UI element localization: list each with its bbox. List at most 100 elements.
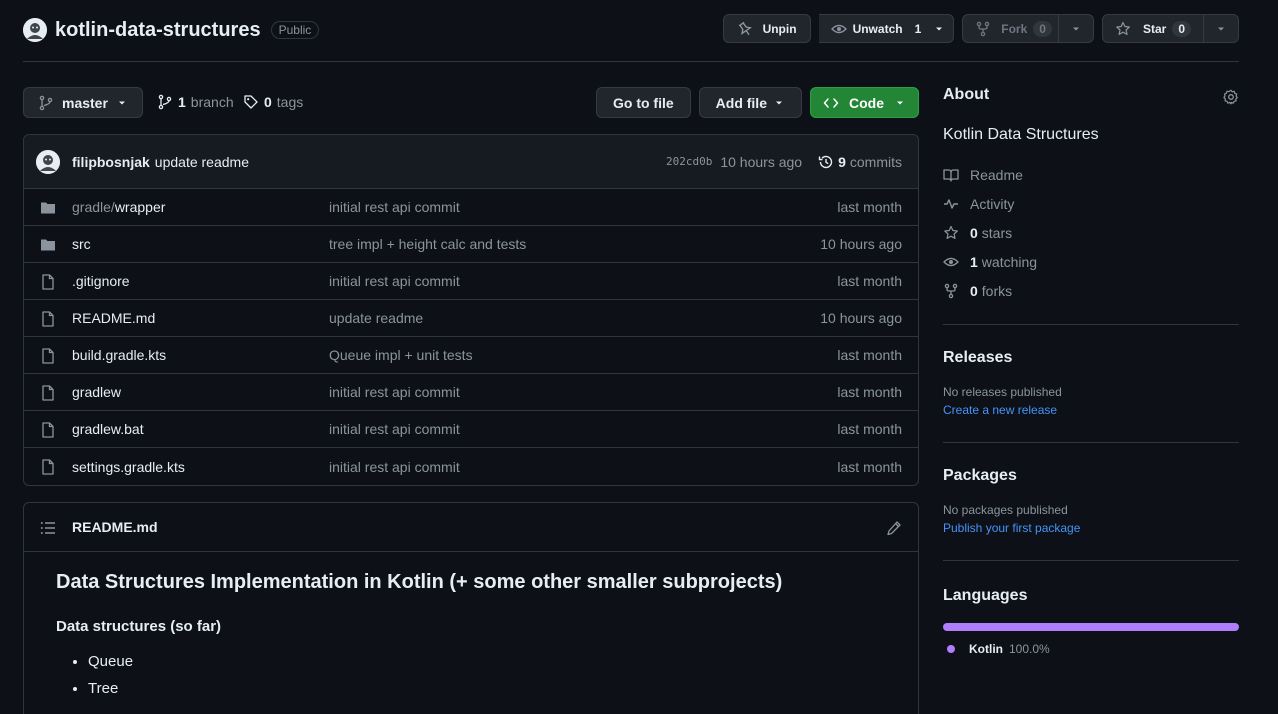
star-button[interactable]: Star 0: [1101, 14, 1204, 43]
file-row[interactable]: gradlew initial rest api commit last month: [24, 374, 918, 411]
file-row[interactable]: gradle/wrapper initial rest api commit las…: [24, 189, 918, 226]
language-kotlin[interactable]: Kotlin 100.0%: [947, 642, 1239, 656]
readme-heading: Data Structures Implementation in Kotlin…: [56, 571, 783, 593]
language-bar-track: [943, 623, 1239, 631]
activity-link[interactable]: Activity: [943, 189, 1239, 218]
about-title: About: [943, 86, 990, 103]
language-dot: [947, 645, 955, 653]
watching-label: watching: [981, 253, 1038, 270]
visibility-badge: Public: [270, 21, 320, 39]
latest-commit-row: filipbosnjak update readme 202cd0b 10 ho…: [24, 135, 918, 189]
file-name-link[interactable]: build.gradle.kts: [72, 347, 166, 363]
file-commit-message-link[interactable]: update readme: [329, 310, 423, 326]
releases-title[interactable]: Releases: [943, 349, 1239, 367]
chevron-down-icon: [116, 97, 128, 109]
file-icon: [40, 459, 56, 475]
repo-name-link[interactable]: kotlin-data-structures: [55, 19, 261, 42]
chevron-down-icon: [1070, 23, 1082, 35]
watching-count: 1: [970, 253, 978, 270]
gear-icon[interactable]: [1223, 89, 1239, 105]
stars-link[interactable]: 0 stars: [943, 218, 1239, 247]
packages-section: Packages No packages published Publish y…: [943, 443, 1239, 535]
code-label: Code: [849, 94, 884, 111]
readme-panel: README.md Data Structures Implementation…: [23, 502, 919, 714]
file-row[interactable]: build.gradle.kts Queue impl + unit tests l…: [24, 337, 918, 374]
commit-history-link[interactable]: 9 commits: [818, 154, 902, 170]
commit-author-link[interactable]: filipbosnjak: [72, 154, 150, 170]
file-row[interactable]: src tree impl + height calc and tests 10 h…: [24, 226, 918, 263]
file-table: filipbosnjak update readme 202cd0b 10 ho…: [23, 134, 919, 486]
add-file-button[interactable]: Add file: [698, 87, 802, 118]
tag-count: 0: [264, 94, 272, 110]
folder-icon: [40, 237, 56, 253]
activity-link-label: Activity: [970, 195, 1015, 212]
watch-group: Unwatch 1: [818, 14, 955, 43]
commit-author-avatar[interactable]: [36, 149, 60, 174]
file-name-link[interactable]: README.md: [72, 310, 155, 326]
file-commit-message-link[interactable]: initial rest api commit: [329, 421, 460, 437]
unpin-button[interactable]: Unpin: [722, 14, 811, 43]
file-path-prefix: gradle/: [72, 199, 115, 215]
watching-text: 1 watching: [970, 254, 1037, 270]
forks-label: forks: [981, 282, 1013, 299]
file-name-link[interactable]: .gitignore: [72, 273, 130, 289]
file-name-link[interactable]: gradlew.bat: [72, 421, 144, 437]
branch-selector[interactable]: master: [23, 87, 143, 118]
file-name: settings.gradle.kts: [72, 458, 185, 475]
fork-group: Fork 0: [962, 14, 1094, 43]
commit-message-link[interactable]: update readme: [155, 154, 249, 170]
chevron-down-icon[interactable]: [933, 23, 945, 35]
readme-link[interactable]: Readme: [943, 160, 1239, 189]
readme-filename[interactable]: README.md: [72, 519, 158, 535]
forks-link[interactable]: 0 forks: [943, 276, 1239, 305]
language-name: Kotlin: [969, 642, 1003, 656]
commit-sha-link[interactable]: 202cd0b: [666, 155, 712, 168]
file-commit-message-link[interactable]: Queue impl + unit tests: [329, 347, 473, 363]
list-icon[interactable]: [40, 520, 56, 536]
file-icon: [40, 422, 56, 438]
fork-button[interactable]: Fork 0: [962, 14, 1059, 43]
file-name-link[interactable]: src: [72, 236, 91, 252]
file-commit-date: last month: [837, 458, 902, 475]
go-to-file-button[interactable]: Go to file: [595, 87, 691, 118]
list-item: Queue: [88, 653, 886, 670]
branch-icon: [38, 95, 54, 111]
file-commit-message-link[interactable]: initial rest api commit: [329, 459, 460, 475]
file-name-link[interactable]: gradlew: [72, 384, 121, 400]
file-row[interactable]: README.md update readme 10 hours ago: [24, 300, 918, 337]
star-group: Star 0: [1101, 14, 1239, 43]
file-commit-message-link[interactable]: tree impl + height calc and tests: [329, 236, 526, 252]
tags-link[interactable]: 0 tags: [243, 94, 303, 110]
create-release-link[interactable]: Create a new release: [943, 403, 1239, 417]
publish-package-link[interactable]: Publish your first package: [943, 521, 1239, 535]
file-commit-message-link[interactable]: initial rest api commit: [329, 199, 460, 215]
repo-header: kotlin-data-structures Public Unpin Unwa…: [23, 14, 1239, 62]
file-name-link[interactable]: gradle/wrapper: [72, 199, 165, 215]
file-commit-message-link[interactable]: initial rest api commit: [329, 384, 460, 400]
about-header: About: [943, 86, 1239, 110]
star-dropdown-button[interactable]: [1204, 14, 1239, 43]
file-row[interactable]: settings.gradle.kts initial rest api comm…: [24, 448, 918, 485]
star-icon: [943, 225, 959, 241]
branches-link[interactable]: 1 branch: [157, 94, 234, 110]
watch-counter: 1: [914, 21, 922, 36]
file-name-link[interactable]: settings.gradle.kts: [72, 459, 185, 475]
file-commit-date: last month: [837, 421, 902, 437]
releases-empty-text: No releases published: [943, 385, 1062, 399]
file-row[interactable]: gradlew.bat initial rest api commit last m…: [24, 411, 918, 448]
file-row[interactable]: .gitignore initial rest api commit last mo…: [24, 263, 918, 300]
add-file-label: Add file: [715, 94, 767, 111]
watchers-link[interactable]: 1 watching: [943, 247, 1239, 276]
branch-icon: [157, 94, 173, 110]
pin-icon: [737, 21, 753, 37]
unwatch-button[interactable]: Unwatch 1: [818, 14, 955, 43]
pencil-icon[interactable]: [886, 520, 902, 536]
owner-avatar[interactable]: [23, 18, 47, 42]
history-icon: [818, 154, 834, 170]
star-counter: 0: [1172, 20, 1191, 37]
code-button[interactable]: Code: [810, 87, 919, 118]
file-commit-message-link[interactable]: initial rest api commit: [329, 273, 460, 289]
repo-sidebar: About Kotlin Data Structures Readme Acti…: [943, 86, 1239, 656]
packages-title[interactable]: Packages: [943, 467, 1239, 485]
fork-dropdown-button[interactable]: [1058, 14, 1094, 43]
